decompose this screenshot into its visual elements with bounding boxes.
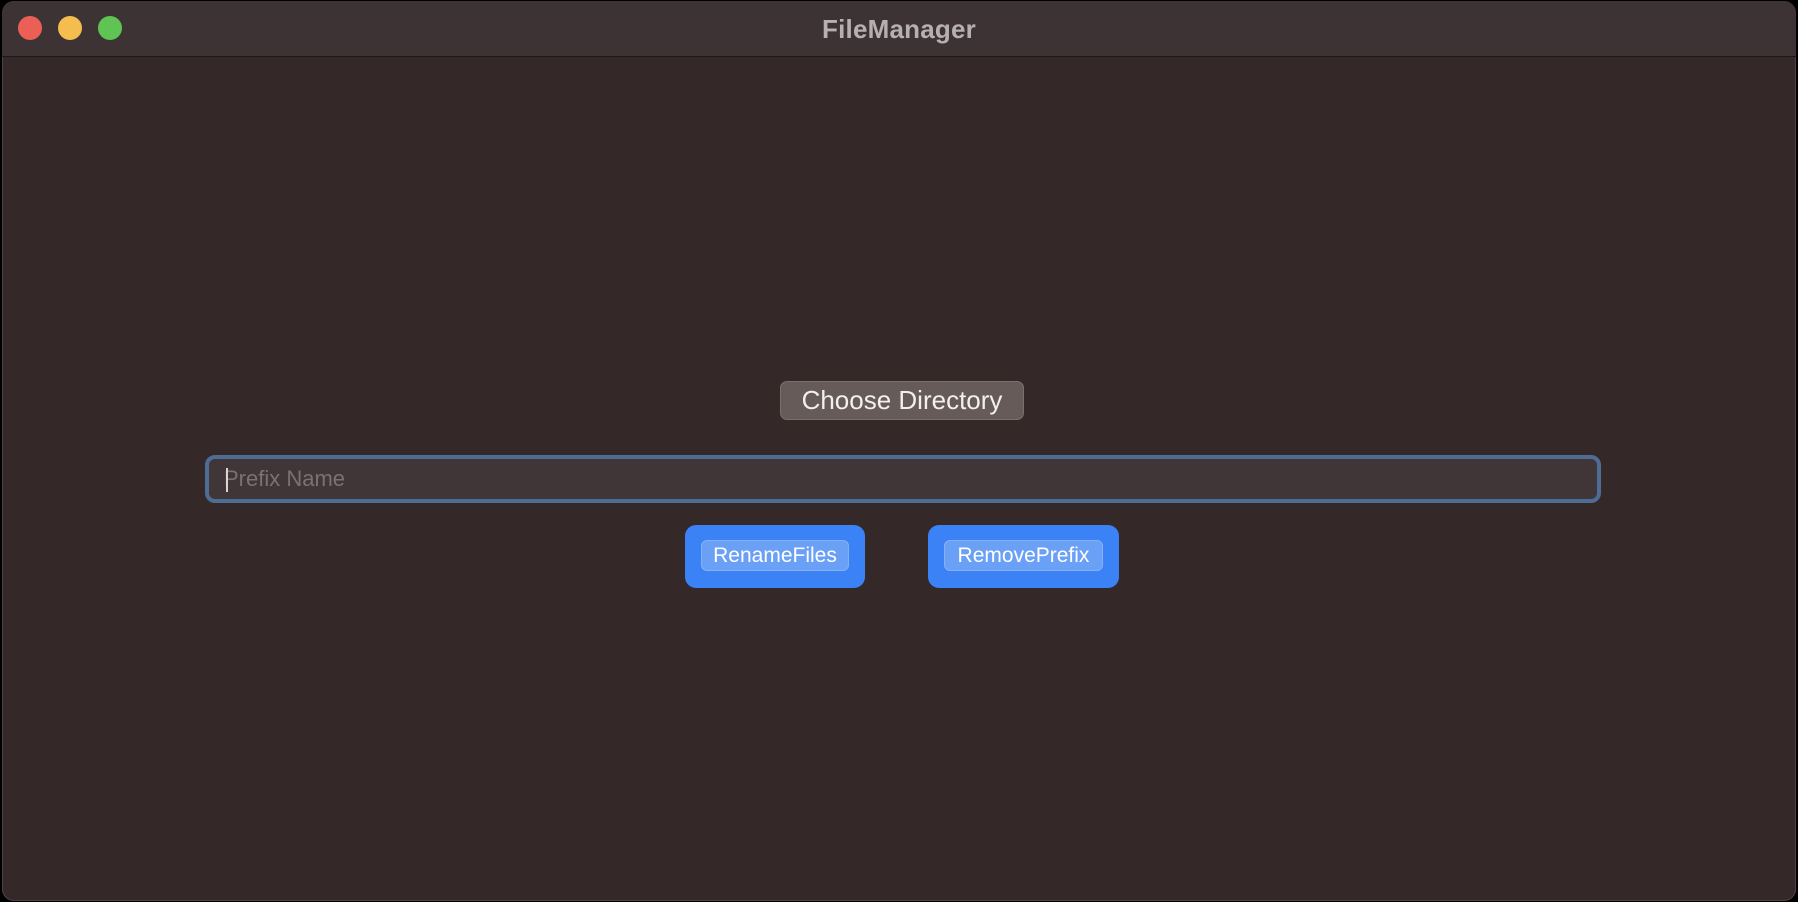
app-window: FileManager Choose Directory RenameFiles… xyxy=(2,1,1796,901)
remove-prefix-button[interactable]: RemovePrefix xyxy=(944,540,1103,571)
prefix-name-input[interactable] xyxy=(224,459,1574,499)
text-cursor xyxy=(226,468,228,492)
rename-files-button[interactable]: RenameFiles xyxy=(701,540,849,571)
rename-files-button-container[interactable]: RenameFiles xyxy=(685,525,865,588)
prefix-name-field[interactable] xyxy=(205,455,1601,503)
title-bar[interactable]: FileManager xyxy=(2,1,1796,57)
remove-prefix-button-container[interactable]: RemovePrefix xyxy=(928,525,1119,588)
window-title: FileManager xyxy=(822,14,976,44)
choose-directory-button[interactable]: Choose Directory xyxy=(780,381,1024,420)
